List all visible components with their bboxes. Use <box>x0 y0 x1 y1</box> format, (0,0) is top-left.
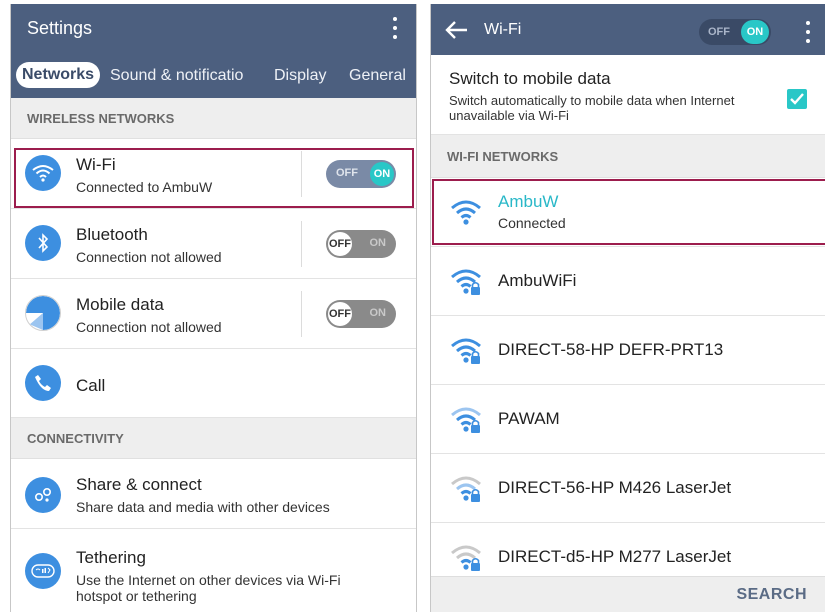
wifi-appbar: Wi-Fi OFF ON <box>431 4 825 55</box>
wifi-toggle[interactable]: OFF ON <box>326 160 396 188</box>
network-name: DIRECT-d5-HP M277 LaserJet <box>498 547 732 566</box>
wifi-locked-icon <box>449 543 483 573</box>
network-row-connected[interactable]: AmbuW Connected <box>431 178 825 247</box>
wifi-locked-icon <box>449 405 483 435</box>
settings-panel: Settings Networks Sound & notificatio Di… <box>10 4 417 612</box>
switch-mobile-data-title: Switch to mobile data <box>449 69 611 88</box>
page-title: Settings <box>27 18 93 38</box>
network-name: DIRECT-58-HP DEFR-PRT13 <box>498 340 724 359</box>
wifi-master-toggle[interactable]: OFF ON <box>699 19 771 45</box>
share-connect-subtitle: Share data and media with other devices <box>76 499 330 515</box>
share-connect-icon <box>25 477 61 513</box>
toggle-off-label: OFF <box>336 167 358 179</box>
tab-general[interactable]: General <box>349 67 406 85</box>
toggle-knob: OFF <box>328 232 352 256</box>
wifi-title: Wi-Fi <box>76 155 116 174</box>
more-options-icon[interactable] <box>390 17 400 39</box>
share-connect-title: Share & connect <box>76 475 202 494</box>
bluetooth-row[interactable]: Bluetooth Connection not allowed OFF ON <box>11 209 416 279</box>
bluetooth-icon <box>25 225 61 261</box>
tethering-title: Tethering <box>76 548 146 567</box>
mobile-data-icon <box>25 295 61 331</box>
tab-networks[interactable]: Networks <box>16 62 101 88</box>
network-name: DIRECT-56-HP M426 LaserJet <box>498 478 732 497</box>
call-title: Call <box>76 376 106 395</box>
more-options-icon[interactable] <box>803 21 813 43</box>
bluetooth-title: Bluetooth <box>76 225 148 244</box>
wifi-icon <box>25 155 61 191</box>
share-connect-row[interactable]: Share & connect Share data and media wit… <box>11 459 416 529</box>
toggle-knob: ON <box>741 20 769 44</box>
switch-mobile-data-subtitle: Switch automatically to mobile data when… <box>449 93 735 123</box>
bluetooth-toggle[interactable]: OFF ON <box>326 230 396 258</box>
mobile-data-subtitle: Connection not allowed <box>76 319 222 335</box>
bluetooth-subtitle: Connection not allowed <box>76 249 222 265</box>
tab-sound-notifications[interactable]: Sound & notificatio <box>110 67 243 85</box>
wifi-row[interactable]: Wi-Fi Connected to AmbuW OFF ON <box>11 139 416 209</box>
settings-tabs: Networks Sound & notificatio Display Gen… <box>11 60 416 98</box>
network-name: PAWAM <box>498 409 560 428</box>
section-wifi-networks: WI-FI NETWORKS <box>431 135 825 178</box>
network-name: AmbuW <box>498 192 559 211</box>
toggle-on-label: ON <box>369 307 387 319</box>
wifi-locked-icon <box>449 267 483 297</box>
divider <box>301 221 302 267</box>
wifi-panel: Wi-Fi OFF ON Switch to mobile data Switc… <box>430 4 825 612</box>
wifi-signal-icon <box>449 198 483 228</box>
section-connectivity: CONNECTIVITY <box>11 418 416 459</box>
section-wireless-networks: WIRELESS NETWORKS <box>11 98 416 139</box>
toggle-knob: ON <box>370 162 394 186</box>
search-button[interactable]: SEARCH <box>736 586 807 604</box>
mobile-data-row[interactable]: Mobile data Connection not allowed OFF O… <box>11 279 416 349</box>
wifi-subtitle: Connected to AmbuW <box>76 179 213 195</box>
network-row[interactable]: AmbuWiFi <box>431 247 825 316</box>
back-arrow-icon[interactable] <box>445 20 469 45</box>
settings-appbar: Settings Networks Sound & notificatio Di… <box>11 4 416 98</box>
wifi-locked-icon <box>449 336 483 366</box>
network-row[interactable]: DIRECT-56-HP M426 LaserJet <box>431 454 825 523</box>
tethering-subtitle: Use the Internet on other devices via Wi… <box>76 572 341 604</box>
tethering-row[interactable]: Tethering Use the Internet on other devi… <box>11 529 416 612</box>
network-name: AmbuWiFi <box>498 271 577 290</box>
toggle-on-label: ON <box>369 237 387 249</box>
tethering-icon <box>25 553 61 589</box>
phone-icon <box>25 365 61 401</box>
switch-to-mobile-data-row[interactable]: Switch to mobile data Switch automatical… <box>431 55 825 135</box>
wifi-locked-icon <box>449 474 483 504</box>
mobile-data-toggle[interactable]: OFF ON <box>326 300 396 328</box>
switch-mobile-data-checkbox[interactable] <box>787 89 807 109</box>
bottom-action-bar: SEARCH <box>431 576 825 612</box>
divider <box>301 151 302 197</box>
network-row[interactable]: PAWAM <box>431 385 825 454</box>
mobile-data-title: Mobile data <box>76 295 164 314</box>
divider <box>301 291 302 337</box>
network-row[interactable]: DIRECT-58-HP DEFR-PRT13 <box>431 316 825 385</box>
tab-display[interactable]: Display <box>274 67 326 85</box>
page-title: Wi-Fi <box>484 21 522 38</box>
toggle-knob: OFF <box>328 302 352 326</box>
toggle-off-label: OFF <box>708 26 730 38</box>
call-row[interactable]: Call <box>11 349 416 418</box>
network-status: Connected <box>498 215 566 231</box>
